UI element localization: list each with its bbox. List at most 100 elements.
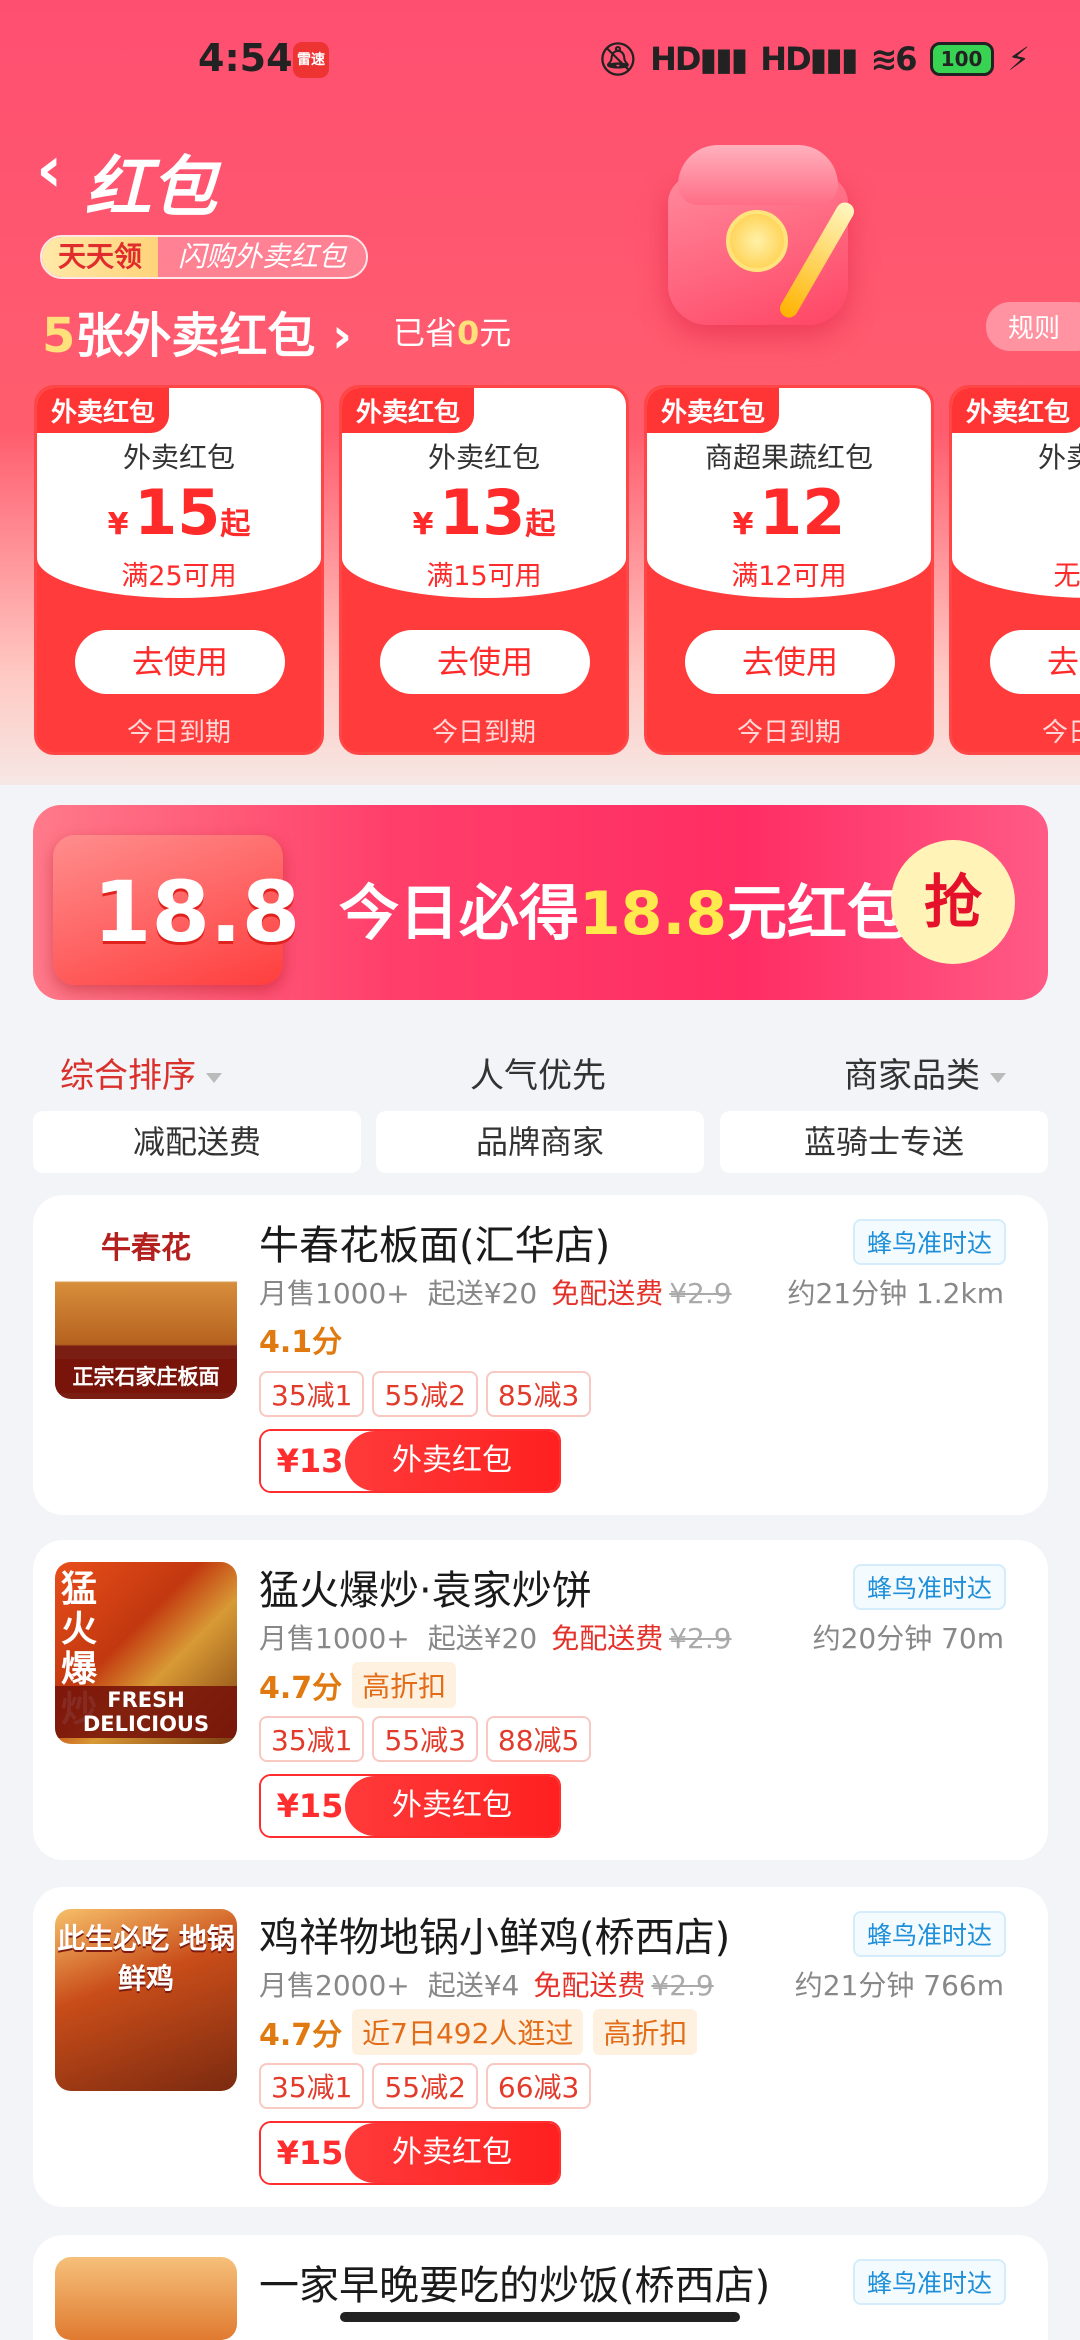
coupon-price: ¥ <box>952 476 1080 511</box>
discount-tag: 55减2 <box>372 2063 478 2109</box>
coin-icon <box>726 210 788 272</box>
filter-blue-rider[interactable]: 蓝骑士专送 <box>720 1111 1048 1173</box>
discount-tag: 66减3 <box>485 2063 592 2109</box>
shop-red-packet[interactable]: ¥15 外卖红包 <box>259 2121 561 2185</box>
score-row: 4.7分 近7日492人逛过 高折扣 <box>259 2009 698 2055</box>
discount-tag: 88减5 <box>485 1716 592 1762</box>
signal-icon-2: HD▮▮▮ <box>760 40 858 78</box>
caret-down-icon <box>206 1072 222 1083</box>
shop-red-packet[interactable]: ¥13 外卖红包 <box>259 1429 561 1493</box>
saved-amount: 已省0元 <box>393 308 511 354</box>
grab-button[interactable]: 抢 <box>891 840 1015 964</box>
back-arrow-icon[interactable]: ‹ <box>36 138 62 202</box>
header-area: 4:54 雷速 🔕︎ HD▮▮▮ HD▮▮▮ ≋6 100 ⚡ ‹ 红包 天天领… <box>0 0 1080 785</box>
coupon-name: 外卖红包 <box>1037 441 1080 474</box>
discount-tag: 35减1 <box>259 1371 365 1417</box>
coupon-amount: 12 <box>759 476 846 549</box>
sort-category[interactable]: 商家品类 <box>844 1048 1006 1097</box>
discount-list: 35减1 55减2 85减3 <box>259 1371 592 1417</box>
free-delivery: 免配送费 <box>533 1969 646 2002</box>
sort-label: 综合排序 <box>60 1056 196 1096</box>
saved-suffix: 元 <box>479 314 512 352</box>
time-distance: 约21分钟 1.2km <box>787 1277 1004 1310</box>
red-packet-label: 外卖红包 <box>345 1776 559 1836</box>
banner-text-prefix: 今日必得 <box>339 879 579 949</box>
red-packet-label: 外卖红包 <box>345 1431 559 1491</box>
shop-card[interactable]: 此生必吃 地锅鲜鸡 鸡祥物地锅小鲜鸡(桥西店) 蜂鸟准时达 月售2000+ 起送¥… <box>33 1887 1048 2207</box>
time-distance: 约20分钟 70m <box>812 1622 1004 1655</box>
original-fee: ¥2.9 <box>669 1622 732 1655</box>
use-coupon-button[interactable]: 去使用 <box>990 630 1080 694</box>
signal-icon-1: HD▮▮▮ <box>650 40 748 78</box>
home-indicator[interactable] <box>340 2312 740 2322</box>
original-fee: ¥2.9 <box>669 1277 732 1310</box>
tag-daily: 天天领 <box>42 237 159 277</box>
filter-reduced-delivery[interactable]: 减配送费 <box>33 1111 361 1173</box>
coupon-expiry: 今日到期 <box>431 718 536 748</box>
coupon-corner-label: 外卖红包 <box>952 388 1080 433</box>
mute-bell-icon: 🔕︎ <box>597 40 638 78</box>
thumb-slogan: 正宗石家庄板面 <box>55 1359 237 1393</box>
shop-thumbnail: 猛火爆炒 FRESH DELICIOUS <box>55 1562 237 1744</box>
time-distance: 约21分钟 766m <box>794 1969 1004 2002</box>
score-row: 4.7分 高折扣 <box>259 1662 457 1708</box>
discount-tag: 35减1 <box>259 1716 365 1762</box>
coupon-count-link[interactable]: 5张外卖红包 › <box>42 296 352 366</box>
coupon-condition: 无门槛 <box>1053 561 1080 592</box>
coupon-count-text: 张外卖红包 › <box>75 308 352 364</box>
caret-down-icon <box>990 1072 1006 1083</box>
coupon-card: 外卖红包 外卖红包 ¥ 13起 满15可用 去使用 今日到期 <box>339 385 629 755</box>
promo-chip: 近7日492人逛过 <box>352 2009 584 2055</box>
shop-card[interactable]: 牛春花 正宗石家庄板面 牛春花板面(汇华店) 蜂鸟准时达 月售1000+ 起送¥2… <box>33 1195 1048 1515</box>
red-packet-bag-illustration <box>668 135 858 335</box>
use-coupon-button[interactable]: 去使用 <box>75 630 285 694</box>
coupon-price: ¥ 15起 <box>37 476 321 549</box>
yen-sign: ¥ <box>107 507 129 542</box>
delivery-badge: 蜂鸟准时达 <box>852 1911 1006 1957</box>
shop-score: 4.7分 <box>259 2018 343 2053</box>
shop-thumbnail: 牛春花 正宗石家庄板面 <box>55 1217 237 1399</box>
free-delivery: 免配送费 <box>551 1622 664 1655</box>
discount-tag: 55减3 <box>372 1716 478 1762</box>
sort-bar: 综合排序 人气优先 商家品类 <box>0 1040 1080 1100</box>
status-icons: 🔕︎ HD▮▮▮ HD▮▮▮ ≋6 100 ⚡ <box>597 40 1030 78</box>
sort-comprehensive[interactable]: 综合排序 <box>60 1048 222 1097</box>
coupon-price: ¥ 13起 <box>342 476 626 549</box>
coupon-condition: 满12可用 <box>731 561 847 592</box>
status-time: 4:54 <box>198 36 293 80</box>
filter-brand[interactable]: 品牌商家 <box>376 1111 704 1173</box>
red-packet-label: 外卖红包 <box>345 2123 559 2183</box>
score-row: 4.1分 <box>259 1317 342 1361</box>
coupon-name: 外卖红包 <box>427 441 540 474</box>
coupon-amount: 15 <box>134 476 221 549</box>
promo-chip: 高折扣 <box>352 1662 457 1708</box>
promo-banner[interactable]: 18.8 今日必得18.8元红包 抢 <box>33 805 1048 1000</box>
coupon-price: ¥ 12 <box>647 476 931 549</box>
shop-card-partial[interactable]: 一家早晚要吃的炒饭(桥西店) 蜂鸟准时达 <box>33 2235 1048 2340</box>
rules-button[interactable]: 规则 <box>985 302 1080 351</box>
shop-red-packet[interactable]: ¥15 外卖红包 <box>259 1774 561 1838</box>
yen-sign: ¥ <box>732 507 754 542</box>
coupon-card: 外卖红包 商超果蔬红包 ¥ 12 满12可用 去使用 今日到期 <box>644 385 934 755</box>
coupon-corner-label: 外卖红包 <box>647 388 780 433</box>
min-order: 起送¥20 <box>427 1622 538 1655</box>
shop-card[interactable]: 猛火爆炒 FRESH DELICIOUS 猛火爆炒·袁家炒饼 蜂鸟准时达 月售1… <box>33 1540 1048 1860</box>
shop-meta: 月售1000+ 起送¥20 免配送费 ¥2.9 <box>259 1272 732 1312</box>
use-coupon-button[interactable]: 去使用 <box>685 630 895 694</box>
sort-popularity[interactable]: 人气优先 <box>470 1048 606 1097</box>
banner-text: 今日必得18.8元红包 <box>339 865 907 952</box>
coupon-count-number: 5 <box>42 308 76 364</box>
page-title: 红包 <box>85 149 217 226</box>
coupon-expiry: 今日到期 <box>1041 718 1080 748</box>
delivery-badge: 蜂鸟准时达 <box>852 1219 1006 1265</box>
tag-flash-delivery: 闪购外卖红包 <box>158 237 367 277</box>
thumb-logo-text: 此生必吃 地锅鲜鸡 <box>57 1922 235 1995</box>
discount-list: 35减1 55减2 66减3 <box>259 2063 592 2109</box>
discount-tag: 35减1 <box>259 2063 365 2109</box>
discount-tag: 85减3 <box>485 1371 592 1417</box>
shop-meta: 月售2000+ 起送¥4 免配送费 ¥2.9 <box>259 1964 714 2004</box>
coupon-expiry: 今日到期 <box>736 718 841 748</box>
use-coupon-button[interactable]: 去使用 <box>380 630 590 694</box>
coupon-condition: 满15可用 <box>426 561 542 592</box>
monthly-sales: 月售1000+ <box>259 1277 410 1310</box>
